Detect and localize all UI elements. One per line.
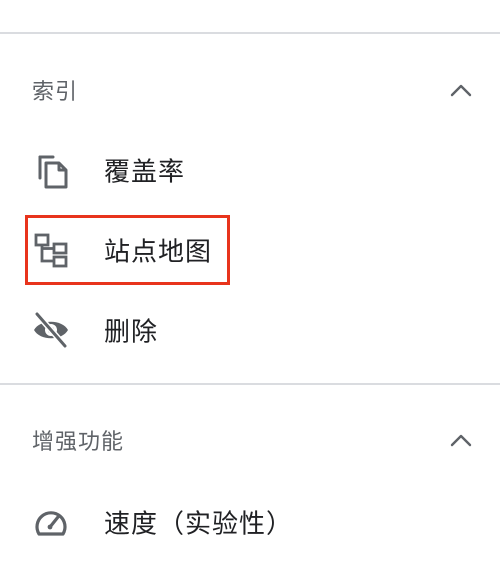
- eye-off-icon: [34, 311, 68, 349]
- nav-item-label: 删除: [104, 317, 159, 348]
- section-header-enhancements[interactable]: 增强功能: [0, 410, 500, 470]
- highlight-box: [25, 215, 230, 285]
- nav-item-speed[interactable]: 速度（实验性）: [0, 492, 500, 552]
- speedometer-icon: [35, 511, 67, 536]
- chevron-up-icon[interactable]: [450, 83, 472, 97]
- nav-item-label: 覆盖率: [104, 157, 186, 188]
- chevron-up-icon[interactable]: [450, 433, 472, 447]
- section-title: 索引: [32, 80, 79, 105]
- nav-item-label: 速度（实验性）: [104, 509, 294, 540]
- section-divider: [0, 383, 500, 385]
- nav-item-removals[interactable]: 删除: [0, 300, 500, 360]
- top-divider: [0, 32, 500, 34]
- section-title: 增强功能: [32, 430, 125, 455]
- section-header-index[interactable]: 索引: [0, 60, 500, 120]
- nav-item-coverage[interactable]: 覆盖率: [0, 140, 500, 200]
- copy-icon: [38, 155, 68, 189]
